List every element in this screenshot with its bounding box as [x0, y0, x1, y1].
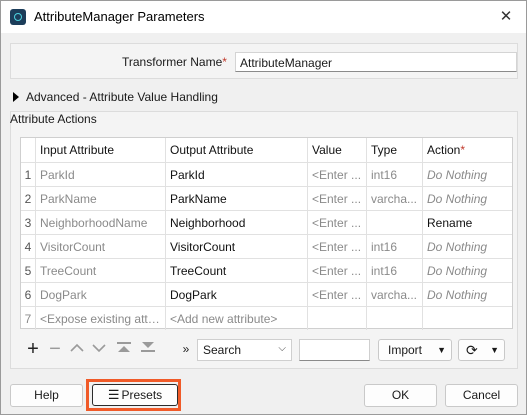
action-header: Action* [427, 143, 466, 157]
advanced-label: Advanced - Attribute Value Handling [26, 90, 218, 104]
sync-button[interactable]: ⟳ ▼ [458, 339, 505, 361]
type-cell[interactable]: varcha... [367, 187, 423, 210]
dropdown-arrow-icon: ▼ [490, 345, 499, 355]
type-cell[interactable]: int16 [367, 235, 423, 258]
action-cell[interactable]: Do Nothing [423, 235, 512, 258]
table-row[interactable]: 5 TreeCount TreeCount <Enter ... int16 D… [21, 258, 512, 282]
move-top-icon[interactable] [114, 337, 134, 361]
sliders-icon: ☰ [107, 387, 120, 402]
input-attribute-cell[interactable]: DogPark [36, 283, 166, 306]
table-row[interactable]: 7 <Expose existing attri... <Add new att… [21, 306, 512, 330]
row-number: 1 [21, 163, 36, 186]
advanced-section-toggle[interactable]: Advanced - Attribute Value Handling [13, 90, 218, 104]
value-cell[interactable]: <Enter ... [308, 259, 367, 282]
action-cell[interactable]: Do Nothing [423, 259, 512, 282]
type-cell[interactable] [367, 211, 423, 234]
type-cell[interactable]: int16 [367, 163, 423, 186]
dropdown-arrow-icon: ▼ [437, 345, 446, 355]
attribute-actions-title: Attribute Actions [10, 112, 97, 126]
row-number: 2 [21, 187, 36, 210]
transformer-name-label: Transformer Name* [122, 55, 227, 69]
action-cell[interactable]: Rename [423, 211, 512, 234]
action-cell[interactable]: Do Nothing [423, 163, 512, 186]
transformer-name-input[interactable]: AttributeManager [235, 52, 517, 72]
value-cell[interactable]: <Enter ... [308, 283, 367, 306]
minus-icon[interactable]: − [45, 337, 65, 361]
value-cell[interactable]: <Enter ... [308, 235, 367, 258]
type-header: Type [367, 138, 423, 162]
window-title: AttributeManager Parameters [34, 9, 205, 24]
chevron-down-icon: ⌵ [278, 343, 286, 354]
action-cell[interactable]: Do Nothing [423, 187, 512, 210]
value-cell[interactable]: <Enter ... [308, 163, 367, 186]
row-number-header [21, 138, 36, 162]
table-row[interactable]: 2 ParkName ParkName <Enter ... varcha...… [21, 186, 512, 210]
ok-button[interactable]: OK [364, 384, 437, 407]
output-attribute-cell[interactable]: TreeCount [166, 259, 308, 282]
type-cell[interactable]: varcha... [367, 283, 423, 306]
input-attribute-cell[interactable]: NeighborhoodName [36, 211, 166, 234]
double-chevron-right-icon[interactable]: » [176, 337, 196, 361]
row-number: 5 [21, 259, 36, 282]
table-row[interactable]: 6 DogPark DogPark <Enter ... varcha... D… [21, 282, 512, 306]
row-number: 3 [21, 211, 36, 234]
import-button[interactable]: Import ▼ [378, 339, 452, 361]
search-input[interactable] [299, 339, 370, 361]
table-toolbar: + − » Search ⌵ Import ▼ ⟳ ▼ [20, 337, 513, 363]
type-cell[interactable]: int16 [367, 259, 423, 282]
table-header: Input Attribute Output Attribute Value T… [21, 138, 512, 162]
output-attribute-cell[interactable]: ParkName [166, 187, 308, 210]
attribute-table: Input Attribute Output Attribute Value T… [20, 137, 513, 330]
input-attribute-cell[interactable]: ParkName [36, 187, 166, 210]
add-attribute-cell[interactable]: <Add new attribute> [166, 307, 308, 330]
input-attribute-cell[interactable]: ParkId [36, 163, 166, 186]
expand-triangle-icon [13, 92, 19, 102]
table-row[interactable]: 1 ParkId ParkId <Enter ... int16 Do Noth… [21, 162, 512, 186]
value-cell[interactable]: <Enter ... [308, 187, 367, 210]
move-down-icon[interactable] [89, 337, 109, 361]
action-cell[interactable]: Do Nothing [423, 283, 512, 306]
presets-button[interactable]: ☰ Presets [92, 384, 178, 406]
sync-icon: ⟳ [466, 342, 478, 358]
action-cell[interactable] [423, 307, 512, 330]
cancel-button[interactable]: Cancel [445, 384, 518, 407]
close-button[interactable]: ✕ [494, 5, 518, 29]
row-number: 7 [21, 307, 36, 330]
value-cell[interactable] [308, 307, 367, 330]
output-attribute-cell[interactable]: ParkId [166, 163, 308, 186]
title-bar: AttributeManager Parameters ✕ [1, 1, 526, 33]
input-attribute-cell[interactable]: VisitorCount [36, 235, 166, 258]
expose-attribute-cell[interactable]: <Expose existing attri... [36, 307, 166, 330]
input-attribute-header: Input Attribute [36, 138, 166, 162]
output-attribute-cell[interactable]: DogPark [166, 283, 308, 306]
output-attribute-header: Output Attribute [166, 138, 308, 162]
move-up-icon[interactable] [67, 337, 87, 361]
app-icon [10, 9, 26, 25]
type-cell[interactable] [367, 307, 423, 330]
row-number: 4 [21, 235, 36, 258]
row-number: 6 [21, 283, 36, 306]
value-header: Value [308, 138, 367, 162]
search-select[interactable]: Search ⌵ [197, 339, 292, 361]
value-cell[interactable]: <Enter ... [308, 211, 367, 234]
dialog-window: AttributeManager Parameters ✕ Transforme… [0, 0, 527, 415]
output-attribute-cell[interactable]: Neighborhood [166, 211, 308, 234]
plus-icon[interactable]: + [23, 337, 43, 361]
table-row[interactable]: 4 VisitorCount VisitorCount <Enter ... i… [21, 234, 512, 258]
input-attribute-cell[interactable]: TreeCount [36, 259, 166, 282]
table-row[interactable]: 3 NeighborhoodName Neighborhood <Enter .… [21, 210, 512, 234]
output-attribute-cell[interactable]: VisitorCount [166, 235, 308, 258]
help-button[interactable]: Help [10, 384, 83, 407]
move-bottom-icon[interactable] [138, 337, 158, 361]
transformer-name-panel: Transformer Name* AttributeManager [10, 43, 518, 79]
